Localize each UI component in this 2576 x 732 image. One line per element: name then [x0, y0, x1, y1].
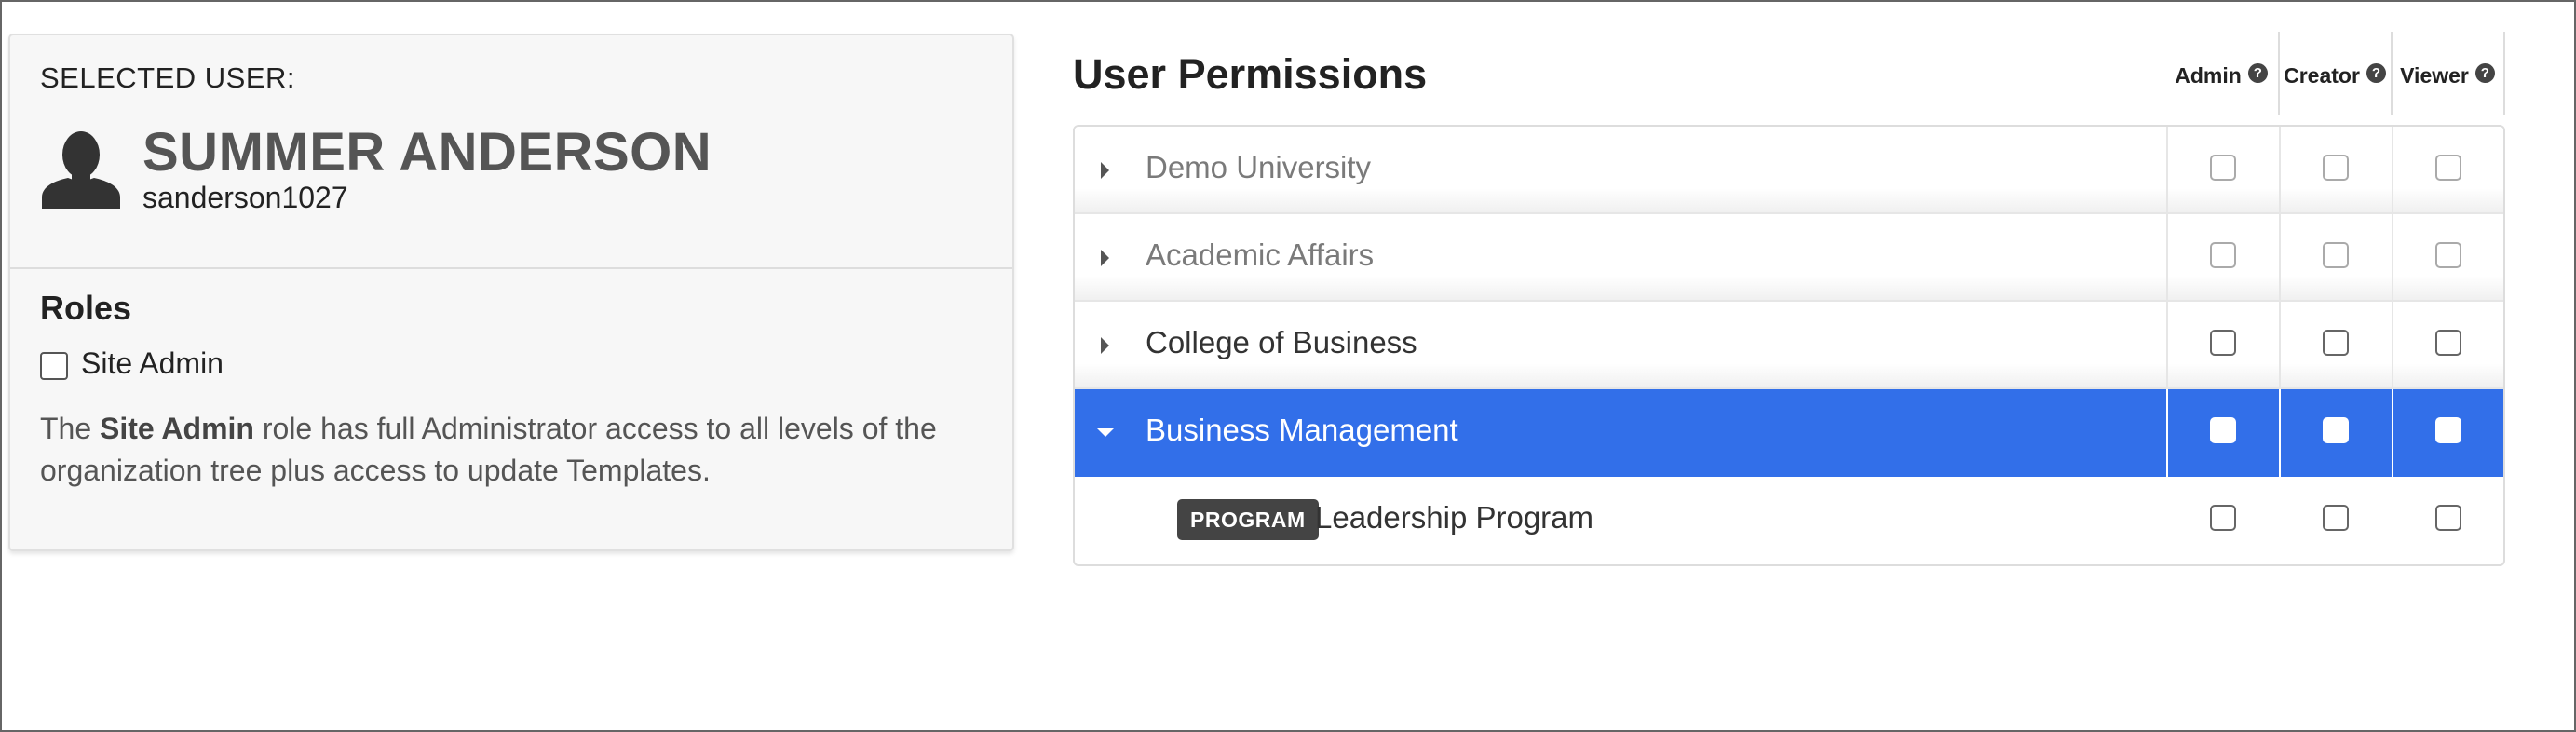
roles-heading: Roles	[40, 289, 132, 327]
creator-column-header: Creator?	[2280, 32, 2390, 115]
site-admin-description: The Site Admin role has full Administrat…	[40, 408, 990, 492]
user-silhouette-icon	[42, 131, 120, 209]
column-divider	[2503, 32, 2505, 115]
user-summary: SELECTED USER: SUMMER ANDERSON sanderson…	[10, 35, 1012, 269]
description-bold: Site Admin	[100, 412, 254, 445]
viewer-column-label: Viewer	[2400, 63, 2469, 88]
creator-checkbox[interactable]	[2323, 242, 2349, 268]
admin-checkbox[interactable]	[2210, 155, 2236, 181]
admin-checkbox[interactable]	[2210, 330, 2236, 356]
cell-divider	[2166, 214, 2168, 302]
tree-row-demo-university[interactable]: Demo University	[1075, 127, 2503, 214]
tree-row-leadership-program[interactable]: PROGRAM Leadership Program	[1075, 477, 2503, 564]
tree-row-business-management[interactable]: Business Management	[1075, 389, 2503, 477]
creator-checkbox[interactable]	[2323, 155, 2349, 181]
viewer-checkbox[interactable]	[2435, 242, 2461, 268]
selected-user-card: SELECTED USER: SUMMER ANDERSON sanderson…	[8, 34, 1014, 551]
cell-divider	[2392, 127, 2393, 214]
user-permissions-title: User Permissions	[1073, 50, 1428, 98]
viewer-column-header: Viewer?	[2393, 32, 2502, 115]
question-circle-icon[interactable]: ?	[2247, 63, 2268, 83]
user-username: sanderson1027	[142, 181, 348, 214]
tree-row-academic-affairs[interactable]: Academic Affairs	[1075, 214, 2503, 302]
tree-row-college-of-business[interactable]: College of Business	[1075, 302, 2503, 389]
cell-divider	[2392, 302, 2393, 389]
cell-divider	[2166, 127, 2168, 214]
viewer-checkbox[interactable]	[2435, 505, 2461, 531]
creator-checkbox[interactable]	[2323, 505, 2349, 531]
admin-checkbox[interactable]	[2210, 417, 2236, 443]
creator-checkbox[interactable]	[2323, 417, 2349, 443]
creator-checkbox[interactable]	[2323, 330, 2349, 356]
question-circle-icon[interactable]: ?	[2474, 63, 2495, 83]
admin-checkbox[interactable]	[2210, 505, 2236, 531]
cell-divider	[2279, 302, 2281, 389]
cell-divider	[2166, 302, 2168, 389]
caret-right-icon[interactable]	[1101, 250, 1109, 266]
permissions-tree: Demo University Academic Affairs College…	[1073, 125, 2505, 566]
admin-column-header: Admin?	[2166, 32, 2276, 115]
description-prefix: The	[40, 412, 101, 445]
creator-column-label: Creator	[2284, 63, 2360, 88]
tree-row-label: College of Business	[1146, 325, 1417, 359]
cell-divider	[2279, 214, 2281, 302]
admin-column-label: Admin	[2175, 63, 2242, 88]
tree-row-label: Academic Affairs	[1146, 237, 1375, 272]
user-full-name: SUMMER ANDERSON	[142, 122, 712, 183]
question-circle-icon[interactable]: ?	[2366, 63, 2386, 83]
program-badge: PROGRAM	[1177, 499, 1319, 540]
viewer-checkbox[interactable]	[2435, 417, 2461, 443]
cell-divider	[2392, 389, 2393, 477]
caret-right-icon[interactable]	[1101, 162, 1109, 179]
selected-user-label: SELECTED USER:	[40, 61, 296, 94]
cell-divider	[2279, 389, 2281, 477]
tree-row-label: Demo University	[1146, 150, 1372, 184]
site-admin-label[interactable]: Site Admin	[81, 346, 224, 381]
caret-down-icon[interactable]	[1097, 428, 1114, 437]
caret-right-icon[interactable]	[1101, 337, 1109, 354]
viewer-checkbox[interactable]	[2435, 155, 2461, 181]
cell-divider	[2279, 127, 2281, 214]
tree-row-label: Business Management	[1146, 413, 1458, 447]
admin-checkbox[interactable]	[2210, 242, 2236, 268]
cell-divider	[2166, 389, 2168, 477]
tree-row-label: Leadership Program	[1315, 500, 1593, 535]
cell-divider	[2392, 214, 2393, 302]
site-admin-checkbox[interactable]	[40, 352, 68, 380]
viewer-checkbox[interactable]	[2435, 330, 2461, 356]
